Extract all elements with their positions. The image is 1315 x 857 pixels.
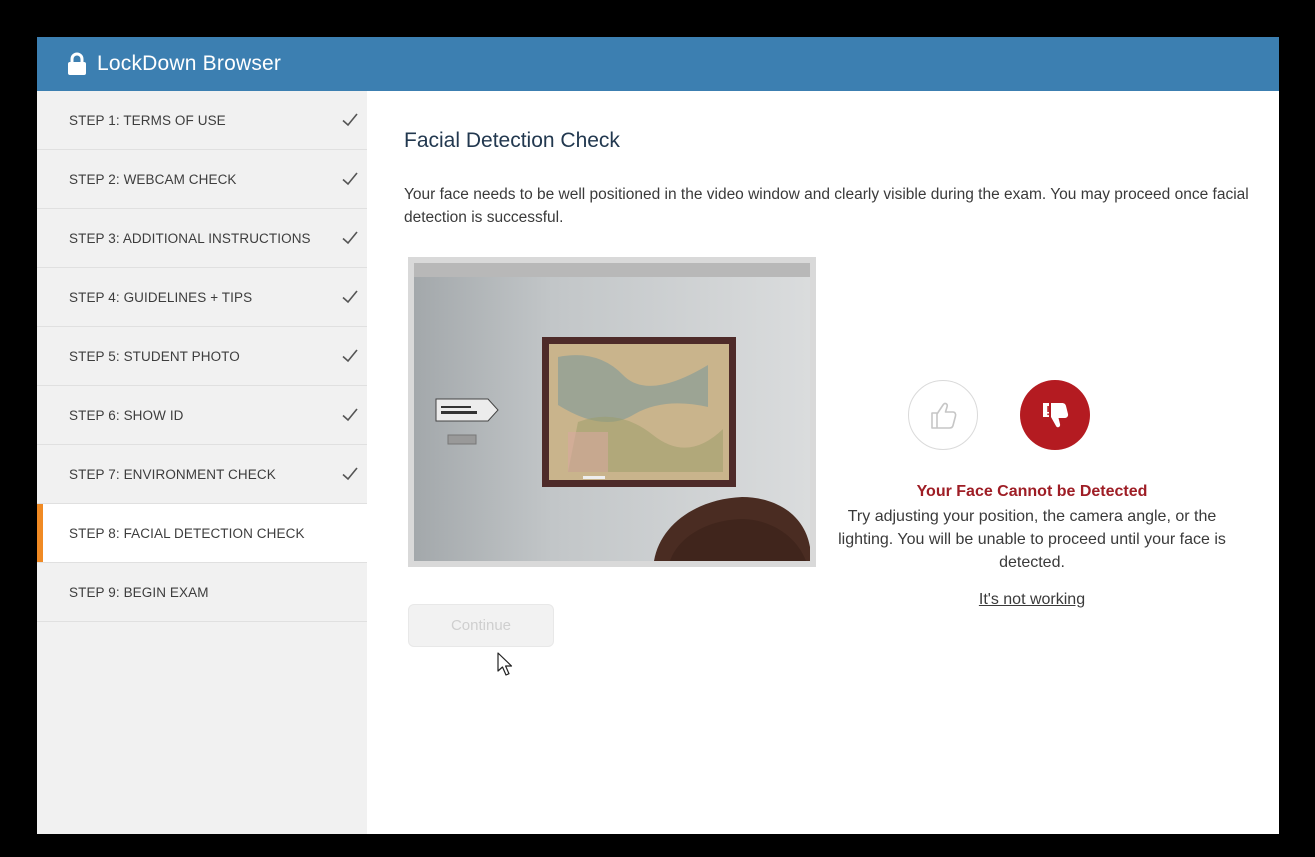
sidebar-item-label: STEP 1: TERMS OF USE	[69, 112, 226, 128]
sidebar-item-label: STEP 6: SHOW ID	[69, 407, 184, 423]
not-working-link[interactable]: It's not working	[927, 591, 1137, 609]
sidebar-item-step-9[interactable]: STEP 9: BEGIN EXAM	[37, 563, 367, 622]
thumbs-down-icon	[1020, 380, 1090, 450]
sidebar-item-label: STEP 5: STUDENT PHOTO	[69, 348, 240, 364]
sidebar-item-step-4[interactable]: STEP 4: GUIDELINES + TIPS	[37, 268, 367, 327]
checkmark-icon	[342, 172, 358, 186]
face-detection-feedback	[908, 380, 1092, 452]
sidebar-item-step-1[interactable]: STEP 1: TERMS OF USE	[37, 91, 367, 150]
lockdown-browser-window: LockDown Browser STEP 1: TERMS OF USE ST…	[37, 37, 1279, 834]
sidebar-item-step-3[interactable]: STEP 3: ADDITIONAL INSTRUCTIONS	[37, 209, 367, 268]
webcam-preview	[408, 257, 816, 567]
sidebar-item-label: STEP 3: ADDITIONAL INSTRUCTIONS	[69, 230, 311, 246]
sidebar-item-step-2[interactable]: STEP 2: WEBCAM CHECK	[37, 150, 367, 209]
detection-status-title: Your Face Cannot be Detected	[916, 483, 1148, 500]
thumbs-up-icon	[908, 380, 978, 450]
instructions-text: Your face needs to be well positioned in…	[404, 186, 1249, 226]
detection-status-message: Try adjusting your position, the camera …	[838, 508, 1226, 571]
sidebar-item-label: STEP 4: GUIDELINES + TIPS	[69, 289, 253, 305]
sidebar-item-label: STEP 8: FACIAL DETECTION CHECK	[69, 525, 305, 541]
sidebar-item-step-6[interactable]: STEP 6: SHOW ID	[37, 386, 367, 445]
checkmark-icon	[342, 467, 358, 481]
main-content: Facial Detection Check Your face needs t…	[367, 91, 1279, 834]
continue-button[interactable]: Continue	[408, 604, 554, 647]
sidebar-item-step-7[interactable]: STEP 7: ENVIRONMENT CHECK	[37, 445, 367, 504]
checkmark-icon	[342, 349, 358, 363]
app-title: LockDown Browser	[97, 52, 282, 75]
checkmark-icon	[342, 231, 358, 245]
lock-icon	[67, 52, 87, 76]
sidebar-item-step-8[interactable]: STEP 8: FACIAL DETECTION CHECK	[37, 504, 367, 563]
steps-sidebar: STEP 1: TERMS OF USE STEP 2: WEBCAM CHEC…	[37, 91, 367, 834]
checkmark-icon	[342, 408, 358, 422]
checkmark-icon	[342, 290, 358, 304]
page-title: Facial Detection Check	[404, 129, 620, 152]
sidebar-item-step-5[interactable]: STEP 5: STUDENT PHOTO	[37, 327, 367, 386]
sidebar-item-label: STEP 7: ENVIRONMENT CHECK	[69, 466, 276, 482]
title-bar: LockDown Browser	[37, 37, 1279, 91]
checkmark-icon	[342, 113, 358, 127]
sidebar-item-label: STEP 9: BEGIN EXAM	[69, 584, 209, 600]
sidebar-item-label: STEP 2: WEBCAM CHECK	[69, 171, 237, 187]
